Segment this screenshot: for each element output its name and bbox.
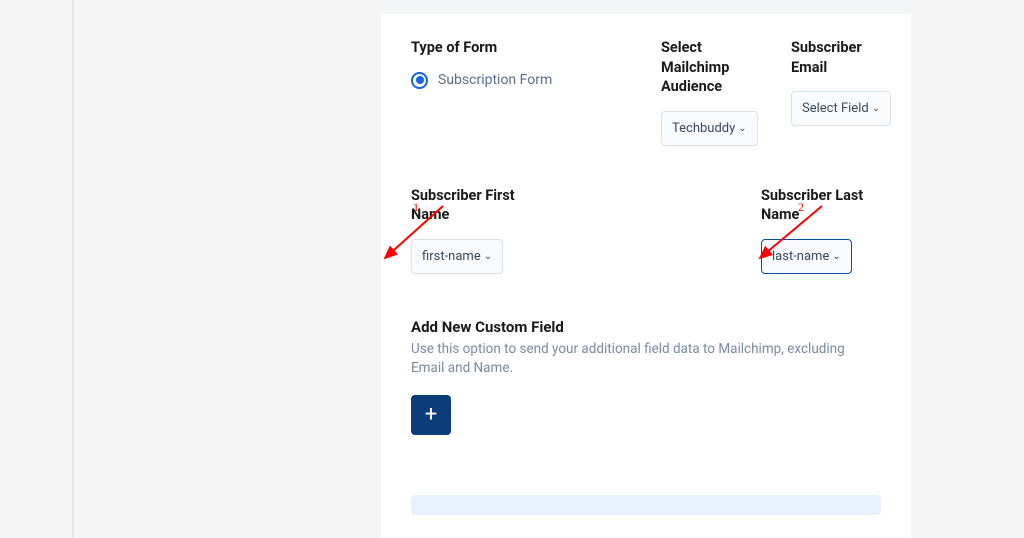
add-custom-field-section: Add New Custom Field Use this option to …: [411, 318, 881, 435]
annotation-label-1: 1: [413, 200, 419, 215]
email-label: Subscriber Email: [791, 38, 901, 77]
chevron-down-icon: ⌄: [738, 123, 746, 134]
field-subscriber-email: Subscriber Email Select Field ⌄: [791, 38, 901, 146]
lastname-value: last-name: [772, 249, 829, 264]
field-subscriber-first-name: Subscriber First Name first-name ⌄: [411, 186, 551, 274]
audience-value: Techbuddy: [672, 121, 735, 136]
panel-header-strip: [381, 0, 911, 14]
custom-field-desc: Use this option to send your additional …: [411, 340, 881, 379]
plus-icon: +: [425, 402, 437, 427]
radio-subscription-form[interactable]: Subscription Form: [411, 72, 641, 89]
custom-field-title: Add New Custom Field: [411, 318, 881, 336]
form-panel: Type of Form Subscription Form Select Ma…: [381, 0, 911, 538]
lastname-label: Subscriber Last Name: [761, 186, 881, 225]
row-top: Type of Form Subscription Form Select Ma…: [411, 38, 881, 146]
row-name-fields: Subscriber First Name first-name ⌄ Subsc…: [411, 186, 881, 274]
firstname-select[interactable]: first-name ⌄: [411, 239, 503, 274]
email-select[interactable]: Select Field ⌄: [791, 91, 891, 126]
field-subscriber-last-name: Subscriber Last Name last-name ⌄: [761, 186, 881, 274]
field-type-of-form: Type of Form Subscription Form: [411, 38, 641, 146]
firstname-label: Subscriber First Name: [411, 186, 551, 225]
lastname-select[interactable]: last-name ⌄: [761, 239, 852, 274]
chevron-down-icon: ⌄: [872, 103, 880, 114]
add-custom-field-button[interactable]: +: [411, 395, 451, 435]
radio-checked-icon[interactable]: [411, 72, 428, 89]
radio-subscription-text: Subscription Form: [438, 72, 552, 88]
page-wrap: Type of Form Subscription Form Select Ma…: [0, 0, 1024, 538]
chevron-down-icon: ⌄: [832, 251, 840, 262]
annotation-label-2: 2: [798, 200, 804, 215]
type-of-form-label: Type of Form: [411, 38, 641, 58]
field-mailchimp-audience: Select Mailchimp Audience Techbuddy ⌄: [661, 38, 771, 146]
info-banner: [411, 495, 881, 515]
audience-select[interactable]: Techbuddy ⌄: [661, 111, 758, 146]
left-border: [72, 0, 74, 538]
audience-label: Select Mailchimp Audience: [661, 38, 771, 97]
email-value: Select Field: [802, 101, 869, 116]
firstname-value: first-name: [422, 249, 481, 264]
chevron-down-icon: ⌄: [484, 251, 492, 262]
